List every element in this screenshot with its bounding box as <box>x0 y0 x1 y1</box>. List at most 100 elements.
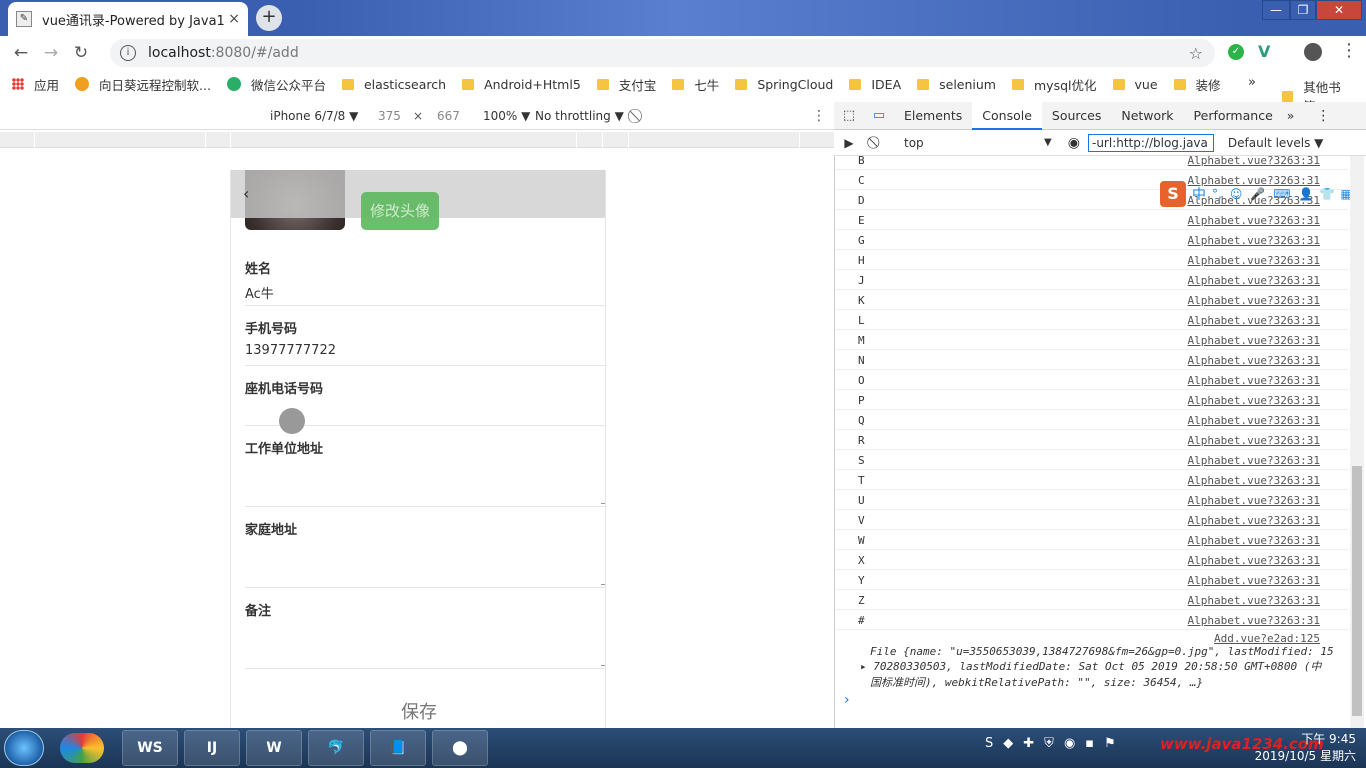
reload-icon[interactable]: ↻ <box>66 43 96 63</box>
taskbar-app-button[interactable]: ⬤ <box>432 730 488 766</box>
form-field[interactable]: 备注 <box>245 588 605 669</box>
bookmark-item[interactable]: 装修 <box>1173 75 1221 94</box>
bookmark-item[interactable]: 向日葵远程控制软... <box>75 75 211 94</box>
log-source-link[interactable]: Alphabet.vue?3263:31 <box>1188 514 1320 527</box>
console-file-entry[interactable]: Add.vue?e2ad:125 File {name: "u=35506530… <box>836 632 1348 692</box>
log-source-link[interactable]: Alphabet.vue?3263:31 <box>1188 414 1320 427</box>
bookmark-item[interactable]: vue <box>1112 77 1158 92</box>
bookmark-item[interactable]: 应用 <box>12 75 59 94</box>
throttle-select[interactable]: No throttling ▼ <box>535 109 624 123</box>
address-bar[interactable]: i localhost:8080/#/add ☆ <box>110 39 1215 67</box>
log-source-link[interactable]: Alphabet.vue?3263:31 <box>1188 314 1320 327</box>
menu-kebab-icon[interactable]: ⋮ <box>1340 40 1358 61</box>
ime-skin-icon[interactable]: 👕 <box>1320 187 1335 201</box>
taskbar-app-button[interactable]: 📘 <box>370 730 426 766</box>
form-field[interactable]: 家庭地址 <box>245 507 605 588</box>
devtools-tab-console[interactable]: Console <box>972 101 1042 130</box>
taskbar-app-button[interactable]: WS <box>122 730 178 766</box>
tray-app-icon[interactable]: ◉ <box>1064 736 1075 751</box>
textarea-resize-handle[interactable] <box>601 498 605 504</box>
log-source-link[interactable]: Alphabet.vue?3263:31 <box>1188 494 1320 507</box>
tray-network-icon[interactable]: ▪ <box>1085 736 1094 751</box>
tab-close-icon[interactable]: × <box>228 11 240 27</box>
expand-triangle-icon[interactable]: ▸ <box>860 660 873 673</box>
log-source-link[interactable]: Alphabet.vue?3263:31 <box>1188 354 1320 367</box>
url-text[interactable]: localhost:8080/#/add <box>148 45 299 61</box>
ime-keyboard-icon[interactable]: ⌨ <box>1273 187 1290 201</box>
new-tab-button[interactable]: + <box>256 5 282 31</box>
textarea-resize-handle[interactable] <box>601 579 605 585</box>
file-log-source[interactable]: Add.vue?e2ad:125 <box>836 632 1348 645</box>
tray-plus-icon[interactable]: ✚ <box>1023 736 1034 751</box>
change-avatar-button[interactable]: 修改头像 <box>361 192 439 230</box>
device-menu-icon[interactable]: ⋮ <box>812 108 826 124</box>
bookmark-item[interactable]: 七牛 <box>672 75 719 94</box>
bookmark-item[interactable]: 支付宝 <box>596 75 656 94</box>
extension-v-icon[interactable]: V <box>1258 42 1270 61</box>
bookmark-item[interactable]: 微信公众平台 <box>226 75 326 94</box>
bookmark-item[interactable]: mysql优化 <box>1012 75 1097 94</box>
devtools-tab-sources[interactable]: Sources <box>1042 102 1111 130</box>
bookmark-item[interactable]: IDEA <box>849 77 901 92</box>
log-source-link[interactable]: Alphabet.vue?3263:31 <box>1188 294 1320 307</box>
log-source-link[interactable]: Alphabet.vue?3263:31 <box>1188 394 1320 407</box>
console-filter-input[interactable]: -url:http://blog.java <box>1088 134 1214 152</box>
log-source-link[interactable]: Alphabet.vue?3263:31 <box>1188 254 1320 267</box>
taskbar-clock[interactable]: 下午 9:45 2019/10/5 星期六 <box>1255 730 1356 764</box>
form-field[interactable]: 手机号码 13977777722 <box>245 306 605 366</box>
form-field[interactable]: 工作单位地址 <box>245 426 605 507</box>
devtools-tab-performance[interactable]: Performance <box>1184 102 1283 130</box>
close-window-button[interactable]: ✕ <box>1316 0 1362 20</box>
forward-arrow-icon[interactable]: → <box>36 43 66 63</box>
taskbar-app-button[interactable]: 🐬 <box>308 730 364 766</box>
log-source-link[interactable]: Alphabet.vue?3263:31 <box>1188 434 1320 447</box>
log-source-link[interactable]: Alphabet.vue?3263:31 <box>1188 274 1320 287</box>
inspect-element-icon[interactable]: ⬚ <box>834 108 864 123</box>
extension-vue-icon[interactable]: ✓ <box>1228 44 1244 60</box>
ime-user-icon[interactable]: 👤 <box>1299 187 1314 201</box>
zoom-select[interactable]: 100% ▼ <box>483 109 530 123</box>
device-width-input[interactable]: 375 <box>378 109 401 123</box>
profile-avatar-icon[interactable] <box>1304 43 1322 61</box>
tray-flag-icon[interactable]: ⚑ <box>1104 736 1116 751</box>
log-source-link[interactable]: Alphabet.vue?3263:31 <box>1188 614 1320 627</box>
log-source-link[interactable]: Alphabet.vue?3263:31 <box>1188 234 1320 247</box>
log-source-link[interactable]: Alphabet.vue?3263:31 <box>1188 534 1320 547</box>
log-source-link[interactable]: Alphabet.vue?3263:31 <box>1188 454 1320 467</box>
save-button[interactable]: 保存 <box>231 698 605 724</box>
device-select[interactable]: iPhone 6/7/8 ▼ <box>270 109 358 123</box>
log-source-link[interactable]: Alphabet.vue?3263:31 <box>1188 594 1320 607</box>
bookmark-item[interactable]: elasticsearch <box>341 77 446 92</box>
device-height-input[interactable]: 667 <box>437 109 460 123</box>
console-prompt[interactable]: › <box>844 692 850 708</box>
tray-shield-icon[interactable]: ⛨ <box>1044 736 1054 751</box>
maximize-button[interactable]: ❐ <box>1290 0 1316 20</box>
textarea-resize-handle[interactable] <box>601 660 605 666</box>
log-source-link[interactable]: Alphabet.vue?3263:31 <box>1188 334 1320 347</box>
taskbar-app-button[interactable]: W <box>246 730 302 766</box>
console-scrollbar[interactable] <box>1350 156 1364 728</box>
log-source-link[interactable]: Alphabet.vue?3263:31 <box>1188 214 1320 227</box>
pinned-app-icon[interactable] <box>60 733 104 763</box>
log-source-link[interactable]: Alphabet.vue?3263:31 <box>1188 554 1320 567</box>
taskbar-app-button[interactable]: IJ <box>184 730 240 766</box>
sogou-logo-icon[interactable]: S <box>1160 181 1186 207</box>
ime-voice-icon[interactable]: 🎤 <box>1250 187 1265 201</box>
tray-box-icon[interactable]: ◆ <box>1003 736 1013 751</box>
form-field[interactable]: 姓名 Ac牛 <box>245 246 605 306</box>
ime-chinese-icon[interactable]: 中 <box>1192 184 1206 204</box>
clear-console-icon[interactable]: ⃠ <box>864 135 888 150</box>
bookmark-star-icon[interactable]: ☆ <box>1189 44 1203 63</box>
log-source-link[interactable]: Alphabet.vue?3263:31 <box>1188 154 1320 167</box>
ime-emoji-icon[interactable]: ☺ <box>1230 187 1243 201</box>
bookmark-item[interactable]: selenium <box>917 77 996 92</box>
field-input[interactable]: 13977777722 <box>245 343 605 358</box>
log-source-link[interactable]: Alphabet.vue?3263:31 <box>1188 474 1320 487</box>
devtools-more-tabs[interactable]: » <box>1287 108 1295 123</box>
ime-punct-icon[interactable]: °, <box>1212 187 1222 201</box>
start-button[interactable] <box>4 730 44 766</box>
back-chevron-icon[interactable]: ‹ <box>243 184 249 203</box>
site-info-icon[interactable]: i <box>120 45 136 61</box>
log-source-link[interactable]: Alphabet.vue?3263:31 <box>1188 374 1320 387</box>
sidebar-toggle-icon[interactable]: ▶ <box>834 136 864 150</box>
